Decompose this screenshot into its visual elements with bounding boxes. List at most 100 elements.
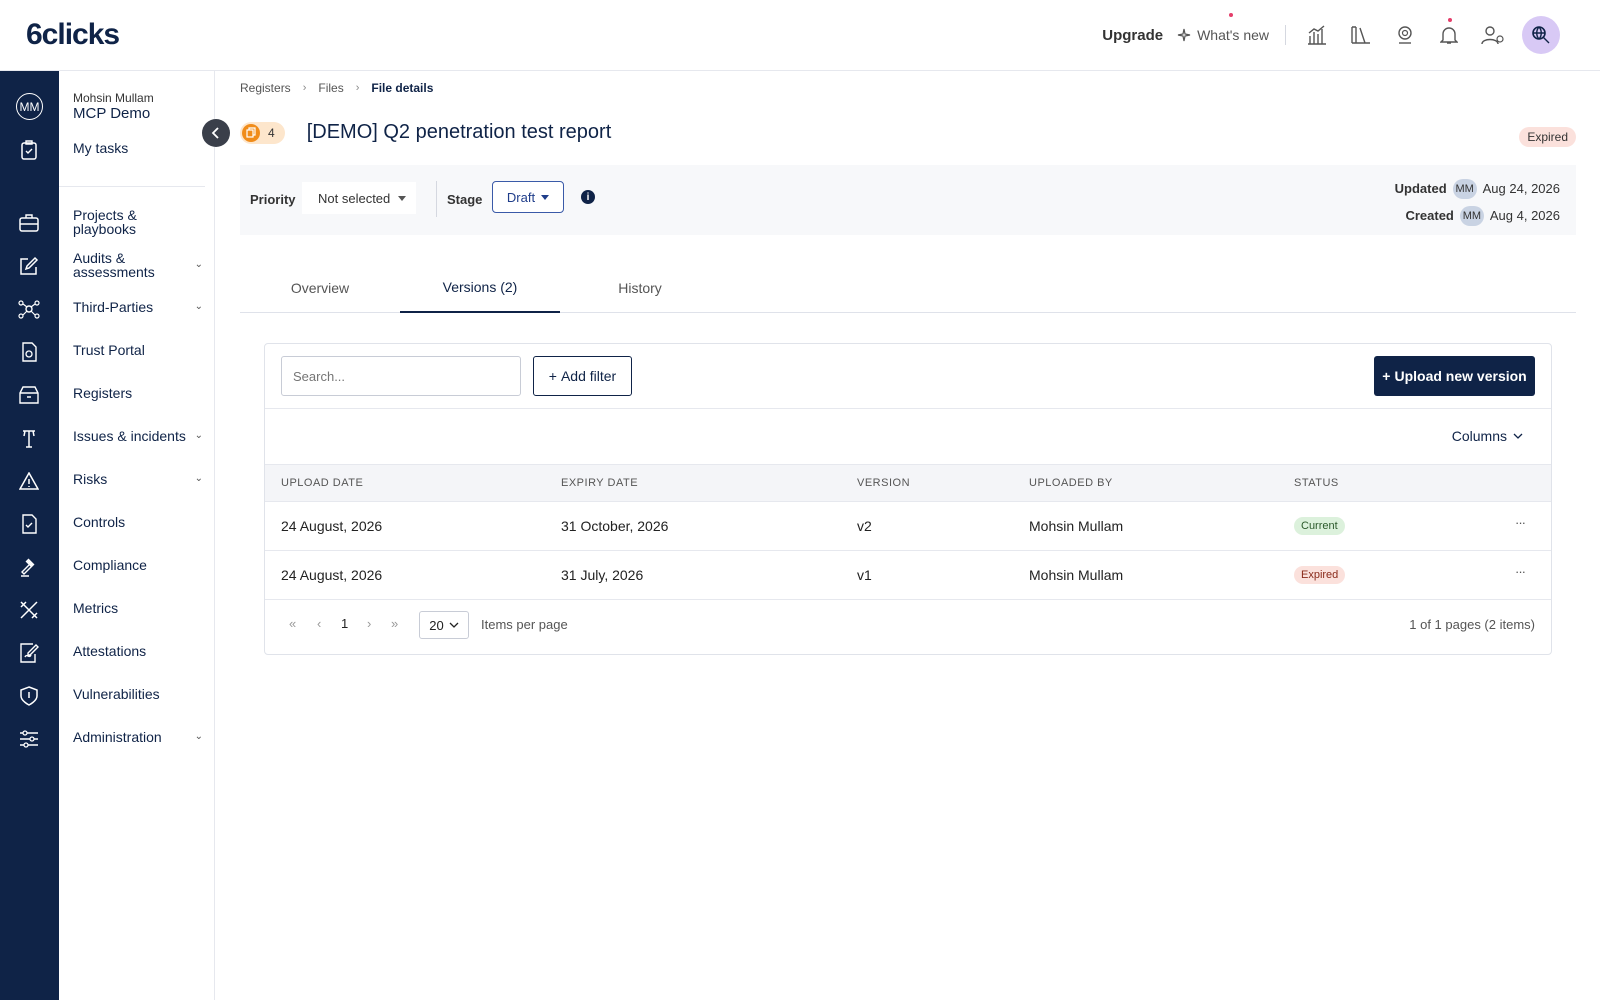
attestation-icon[interactable]	[17, 641, 41, 665]
upgrade-link[interactable]: Upgrade	[1102, 27, 1163, 44]
nav-item-issues[interactable]: Issues & incidents ⌄	[73, 429, 203, 443]
caret-down-icon	[541, 194, 550, 200]
items-per-page-select[interactable]: 20	[419, 611, 469, 639]
chevron-down-icon	[449, 622, 459, 628]
add-filter-label: Add filter	[560, 368, 617, 384]
chevron-down-icon: ⌄	[194, 430, 203, 441]
warning-icon[interactable]	[17, 469, 41, 493]
nav-item-administration[interactable]: Administration ⌄	[73, 730, 203, 744]
metrics-icon[interactable]	[17, 598, 41, 622]
nav-item-registers[interactable]: Registers	[73, 386, 203, 400]
columns-label: Columns	[1451, 428, 1507, 444]
breadcrumb-registers[interactable]: Registers	[240, 81, 291, 95]
nav-item-label: Administration	[73, 729, 162, 745]
tab-overview[interactable]: Overview	[240, 263, 400, 313]
prev-page-button[interactable]: ‹	[317, 616, 321, 631]
search-input[interactable]	[281, 356, 521, 396]
nav-item-label: Registers	[73, 385, 133, 401]
uploaded-by: Mohsin Mullam	[1029, 567, 1124, 583]
chevron-right-icon: ›	[355, 82, 360, 94]
app-logo[interactable]: 6clicks	[26, 18, 120, 52]
priority-label: Priority	[250, 192, 296, 207]
version: v2	[857, 518, 872, 534]
column-header[interactable]: UPLOADED BY	[1029, 477, 1113, 489]
divider	[436, 181, 437, 217]
items-per-page-value: 20	[429, 617, 444, 633]
created-label: Created	[1405, 208, 1454, 223]
collapse-nav-button[interactable]	[202, 119, 230, 147]
nav-item-compliance[interactable]: Compliance	[73, 558, 203, 572]
columns-button[interactable]: Columns	[1452, 428, 1523, 444]
nav-item-trust-portal[interactable]: Trust Portal	[73, 343, 203, 357]
uploaded-by: Mohsin Mullam	[1029, 518, 1124, 534]
avatar[interactable]: MM	[1452, 178, 1477, 199]
nav-item-attestations[interactable]: Attestations	[73, 644, 203, 658]
network-icon[interactable]	[17, 297, 41, 321]
next-page-button[interactable]: ›	[367, 616, 371, 631]
tasks-icon[interactable]	[17, 138, 41, 162]
row-menu-button[interactable]: ···	[1515, 515, 1526, 530]
nav-item-my-tasks[interactable]: My tasks	[73, 141, 203, 155]
row-menu-button[interactable]: ···	[1515, 564, 1526, 579]
avatar[interactable]: MM	[1459, 205, 1484, 226]
status-badge: Expired	[1519, 127, 1576, 147]
column-header[interactable]: STATUS	[1294, 477, 1339, 489]
user-name: Mohsin Mullam	[73, 91, 154, 105]
org-name[interactable]: MCP Demo	[73, 105, 150, 122]
column-header[interactable]: UPLOAD DATE	[281, 477, 363, 489]
whats-new-link[interactable]: What's new	[1177, 13, 1269, 43]
stage-select[interactable]: Draft	[492, 181, 564, 213]
document-count: 4	[268, 125, 275, 140]
bell-icon[interactable]	[1434, 18, 1464, 50]
page-number[interactable]: 1	[341, 616, 348, 631]
info-icon[interactable]: i	[581, 190, 595, 204]
nav-item-label: Trust Portal	[73, 342, 145, 358]
nav-item-label: Compliance	[73, 557, 147, 573]
user-avatar[interactable]	[1522, 16, 1560, 54]
pagination: « ‹ 1 › » 20 Items per page 1 of 1 pages…	[265, 604, 1551, 652]
nav-item-metrics[interactable]: Metrics	[73, 601, 203, 615]
edit-icon[interactable]	[17, 254, 41, 278]
nav-item-third-parties[interactable]: Third-Parties ⌄	[73, 300, 203, 314]
trust-portal-icon[interactable]	[17, 340, 41, 364]
shield-icon[interactable]	[17, 684, 41, 708]
table-row[interactable]: 24 August, 2026 31 July, 2026 v1 Mohsin …	[265, 551, 1551, 600]
analytics-icon[interactable]	[1302, 20, 1332, 50]
column-header[interactable]: VERSION	[857, 477, 910, 489]
stage-label: Stage	[447, 192, 483, 207]
column-header[interactable]: EXPIRY DATE	[561, 477, 638, 489]
nav-item-risks[interactable]: Risks ⌄	[73, 472, 203, 486]
nav-item-controls[interactable]: Controls	[73, 515, 203, 529]
register-icon[interactable]	[17, 383, 41, 407]
user-settings-icon[interactable]	[1478, 20, 1508, 50]
copy-icon	[242, 123, 260, 142]
gavel-icon[interactable]	[17, 555, 41, 579]
briefcase-icon[interactable]	[17, 211, 41, 235]
controls-icon[interactable]	[17, 512, 41, 536]
chevron-left-icon	[211, 127, 219, 139]
first-page-button[interactable]: «	[289, 616, 296, 631]
nav-item-projects[interactable]: Projects & playbooks	[73, 208, 203, 236]
library-icon[interactable]	[1346, 20, 1376, 50]
priority-value: Not selected	[318, 190, 391, 206]
nav-item-vulnerabilities[interactable]: Vulnerabilities	[73, 687, 203, 701]
last-page-button[interactable]: »	[391, 616, 398, 631]
priority-select[interactable]: Not selected	[302, 182, 416, 214]
breadcrumb: Registers › Files › File details	[240, 81, 433, 95]
add-filter-button[interactable]: + Add filter	[533, 356, 632, 396]
upload-new-version-button[interactable]: + Upload new version	[1374, 356, 1535, 396]
version: v1	[857, 567, 872, 583]
tab-versions[interactable]: Versions (2)	[400, 263, 560, 313]
tab-history[interactable]: History	[560, 263, 720, 313]
status-badge: Current	[1294, 517, 1345, 535]
support-icon[interactable]	[1390, 20, 1420, 50]
rail-avatar[interactable]: MM	[16, 93, 43, 120]
sparkle-icon	[1177, 28, 1191, 42]
breadcrumb-files[interactable]: Files	[318, 81, 343, 95]
incident-icon[interactable]	[17, 426, 41, 450]
admin-sliders-icon[interactable]	[17, 727, 41, 751]
table-row[interactable]: 24 August, 2026 31 October, 2026 v2 Mohs…	[265, 502, 1551, 551]
nav-item-audits[interactable]: Audits & assessments ⌄	[73, 251, 203, 279]
document-count-badge[interactable]: 4	[240, 121, 285, 144]
updated-label: Updated	[1394, 181, 1447, 196]
